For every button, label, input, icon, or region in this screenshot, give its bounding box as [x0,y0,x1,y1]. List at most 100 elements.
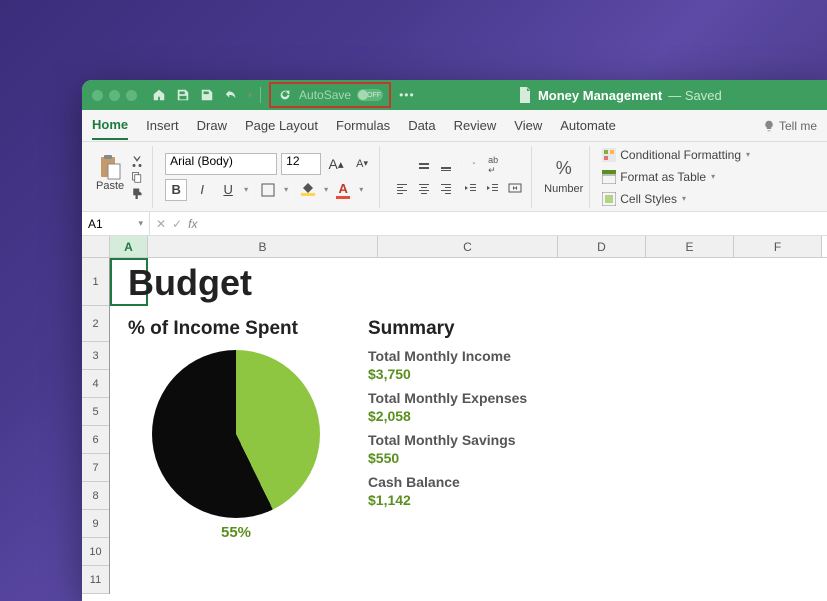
align-center-icon[interactable] [414,179,434,197]
row-header[interactable]: 3 [82,342,109,370]
col-header-e[interactable]: E [646,236,734,257]
undo-icon[interactable] [223,87,239,103]
titlebar: ▾ AutoSave OFF ••• Money Management — Sa… [82,80,827,110]
section-heading-right: Summary [368,318,827,340]
font-group: Arial (Body) 12 A▴ A▾ B I U▾ ▾ ▾ A▾ [159,146,380,208]
tab-draw[interactable]: Draw [197,112,227,139]
row-header[interactable]: 5 [82,398,109,426]
font-size-select[interactable]: 12 [281,153,321,175]
cell-styles-button[interactable]: Cell Styles▾ [602,190,686,208]
row-header[interactable]: 2 [82,306,109,342]
ribbon: Paste Arial (Body) 12 A▴ A▾ B I U▾ [82,142,827,212]
enter-formula-icon[interactable]: ✓ [172,217,182,231]
tab-view[interactable]: View [514,112,542,139]
font-color-button[interactable]: A [332,179,354,201]
col-header-a[interactable]: A [110,236,148,257]
border-button[interactable] [257,179,279,201]
decrease-indent-icon[interactable] [461,179,481,197]
col-header-b[interactable]: B [148,236,378,257]
tab-insert[interactable]: Insert [146,112,179,139]
fill-color-button[interactable] [297,179,319,201]
row-header[interactable]: 11 [82,566,109,594]
pie-graphic [152,350,320,518]
chevron-down-icon[interactable]: ▾ [138,218,143,229]
close-dot[interactable] [92,90,103,101]
align-right-icon[interactable] [436,179,456,197]
save-as-icon[interactable] [199,87,215,103]
tab-review[interactable]: Review [454,112,497,139]
cell-canvas[interactable]: Budget % of Income Spent 55% Summary Tot… [110,258,827,594]
align-bottom-icon[interactable] [436,157,456,175]
autosave-toggle[interactable]: OFF [357,89,383,101]
align-top-icon[interactable] [392,157,412,175]
number-label: Number [544,183,583,195]
increase-indent-icon[interactable] [483,179,503,197]
merge-icon[interactable] [505,179,525,197]
wrap-text-icon[interactable]: ab↵ [483,157,503,175]
row-header[interactable]: 6 [82,426,109,454]
row-header[interactable]: 7 [82,454,109,482]
italic-button[interactable]: I [191,179,213,201]
row-header[interactable]: 1 [82,258,109,306]
summary-value: $2,058 [368,408,827,424]
tab-data[interactable]: Data [408,112,435,139]
summary-value: $550 [368,450,827,466]
increase-font-icon[interactable]: A▴ [325,153,347,175]
tab-home[interactable]: Home [92,111,128,140]
page-title: Budget [110,258,827,304]
format-as-table-button[interactable]: Format as Table▾ [602,168,715,186]
copy-icon[interactable] [128,170,146,184]
select-all-corner[interactable] [82,236,110,257]
conditional-formatting-button[interactable]: Conditional Formatting▾ [602,146,750,164]
row-header[interactable]: 4 [82,370,109,398]
col-header-d[interactable]: D [558,236,646,257]
document-title: Money Management — Saved [423,87,817,103]
home-icon[interactable] [151,87,167,103]
align-left-icon[interactable] [392,179,412,197]
fx-icon[interactable]: fx [188,217,197,231]
tab-formulas[interactable]: Formulas [336,112,390,139]
tell-me[interactable]: Tell me [763,119,817,133]
decrease-font-icon[interactable]: A▾ [351,153,373,175]
col-header-c[interactable]: C [378,236,558,257]
section-heading-left: % of Income Spent [128,318,360,340]
summary-label: Cash Balance [368,474,827,490]
row-header[interactable]: 10 [82,538,109,566]
alignment-group: ab↵ [386,146,532,208]
save-icon[interactable] [175,87,191,103]
filename: Money Management [538,88,662,103]
row-header[interactable]: 8 [82,482,109,510]
paste-icon[interactable] [99,154,121,180]
refresh-icon[interactable] [277,87,293,103]
undo-dropdown[interactable]: ▾ [248,91,252,100]
styles-group: Conditional Formatting▾ Format as Table▾… [596,146,756,208]
row-headers: 1 2 3 4 5 6 7 8 9 10 11 [82,258,110,594]
orientation-icon[interactable] [461,157,481,175]
tab-automate[interactable]: Automate [560,112,616,139]
clipboard-group: Paste [90,146,153,208]
save-status: — Saved [668,88,721,103]
zoom-dot[interactable] [126,90,137,101]
percent-icon[interactable]: % [556,158,572,179]
name-box[interactable]: A1 ▾ [82,212,150,235]
window-controls[interactable] [92,90,137,101]
cut-icon[interactable] [128,154,146,168]
summary-value: $1,142 [368,492,827,508]
align-middle-icon[interactable] [414,157,434,175]
excel-window: ▾ AutoSave OFF ••• Money Management — Sa… [82,80,827,601]
underline-button[interactable]: U [217,179,239,201]
bold-button[interactable]: B [165,179,187,201]
minimize-dot[interactable] [109,90,120,101]
pie-chart[interactable] [152,350,360,518]
more-icon[interactable]: ••• [399,88,415,102]
format-painter-icon[interactable] [128,186,146,200]
col-header-f[interactable]: F [734,236,822,257]
autosave-highlight: AutoSave OFF [269,82,391,108]
formula-bar: A1 ▾ ✕ ✓ fx [82,212,827,236]
font-name-select[interactable]: Arial (Body) [165,153,277,175]
pie-percent-label: 55% [152,524,320,541]
row-header[interactable]: 9 [82,510,109,538]
summary-label: Total Monthly Expenses [368,390,827,406]
tab-page-layout[interactable]: Page Layout [245,112,318,139]
cancel-formula-icon[interactable]: ✕ [156,217,166,231]
